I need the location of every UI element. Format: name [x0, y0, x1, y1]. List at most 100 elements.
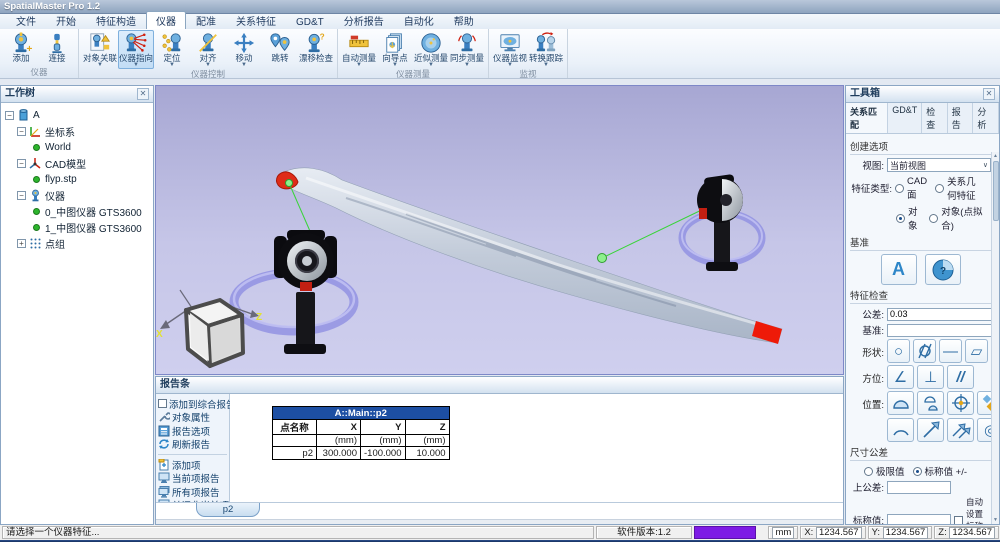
dropdown-arrow-icon[interactable]: ▼	[205, 63, 211, 68]
radio-icon[interactable]	[896, 214, 905, 223]
locate-button[interactable]: 定位 ▼	[154, 30, 190, 69]
runout-button[interactable]	[917, 418, 944, 442]
flatness-button[interactable]: ▱	[965, 339, 988, 363]
datum-target-button[interactable]: ?	[925, 254, 961, 285]
transform-track-button[interactable]: 转换跟踪 ▼	[528, 30, 564, 69]
expand-icon[interactable]: +	[17, 239, 26, 248]
menu-tab-home[interactable]: 开始	[46, 11, 86, 29]
radio-object-point-fit[interactable]: 对象(点拟合)	[929, 204, 983, 232]
menu-tab-registration[interactable]: 配准	[186, 11, 226, 29]
tree-node-point-group[interactable]: + 点组	[3, 235, 151, 251]
tree-node-instrument-1[interactable]: 1_中图仪器 GTS3600	[3, 219, 151, 235]
sync-measure-button[interactable]: 同步测量 ▼	[449, 30, 485, 69]
menu-tab-automation[interactable]: 自动化	[394, 11, 444, 29]
position-button[interactable]	[947, 391, 974, 415]
radio-icon[interactable]	[935, 184, 944, 193]
scroll-down-icon[interactable]: ▼	[992, 516, 999, 524]
tree-node-instrument-0[interactable]: 0_中图仪器 GTS3600	[3, 203, 151, 219]
radio-limit-values[interactable]: 极限值	[864, 464, 905, 478]
profile-line-button[interactable]	[917, 391, 944, 415]
radio-icon[interactable]	[864, 467, 873, 476]
tree-node-coordsys[interactable]: − 坐标系	[3, 123, 151, 139]
tab-relation-fit[interactable]: 关系匹配	[846, 103, 888, 133]
collapse-icon[interactable]: −	[17, 159, 26, 168]
instrument-pointing-button[interactable]: 仪器指向 ▼	[118, 30, 154, 69]
menu-tab-gdt[interactable]: GD&T	[286, 15, 334, 29]
radio-cad-face[interactable]: CAD面	[895, 176, 927, 201]
radio-object[interactable]: 对象	[896, 204, 921, 232]
radio-relation-geometry[interactable]: 关系几何特征	[935, 174, 983, 202]
total-runout-button[interactable]	[947, 418, 974, 442]
radio-icon[interactable]	[929, 214, 938, 223]
refresh-report-button[interactable]: 刷新报告	[158, 438, 227, 452]
report-options-button[interactable]: 报告选项	[158, 424, 227, 438]
report-table[interactable]: A::Main::p2 点名称 X Y Z (mm) (mm) (mm)	[272, 406, 450, 460]
dropdown-arrow-icon[interactable]: ▼	[241, 63, 247, 68]
tab-report[interactable]: 报告	[948, 103, 974, 133]
arc-button[interactable]	[887, 418, 914, 442]
viewport-3d[interactable]: Z X	[155, 85, 844, 375]
tab-inspect[interactable]: 检查	[922, 103, 948, 133]
drift-check-button[interactable]: ? 漂移检查	[298, 30, 334, 64]
datum-label-button[interactable]: A	[881, 254, 917, 285]
scrollbar-thumb[interactable]	[993, 161, 999, 221]
tree-node-flyp-stp[interactable]: flyp.stp	[3, 171, 151, 187]
tree-node-world[interactable]: World	[3, 139, 151, 155]
circularity-button[interactable]: ○	[887, 339, 910, 363]
report-tab-p2[interactable]: p2	[196, 503, 260, 517]
nominal-input[interactable]	[887, 514, 951, 525]
menu-tab-relation-feature[interactable]: 关系特征	[226, 11, 286, 29]
collapse-icon[interactable]: −	[17, 191, 26, 200]
current-item-report-button[interactable]: 当前项报告	[158, 472, 227, 486]
parallelism-button[interactable]: //	[947, 365, 974, 389]
radio-nominal-plusminus[interactable]: 标称值 +/-	[913, 464, 968, 478]
add-item-button[interactable]: 添加项	[158, 458, 227, 472]
datum-input[interactable]	[887, 324, 999, 337]
toolbox-scrollbar[interactable]: ▲ ▼	[991, 152, 999, 524]
cylindricity-button[interactable]	[913, 339, 936, 363]
auto-measure-button[interactable]: 自动测量 ▼	[341, 30, 377, 69]
collapse-icon[interactable]: −	[5, 111, 14, 120]
close-icon[interactable]: ✕	[983, 88, 995, 100]
profile-surface-button[interactable]	[887, 391, 914, 415]
radio-icon[interactable]	[913, 467, 922, 476]
perpendicularity-button[interactable]: ⊥	[917, 365, 944, 389]
dropdown-arrow-icon[interactable]: ▼	[169, 63, 175, 68]
view-select[interactable]: 当前视图	[887, 158, 991, 172]
checkbox-icon[interactable]	[158, 399, 167, 408]
menu-tab-feature-construct[interactable]: 特征构造	[86, 11, 146, 29]
dropdown-arrow-icon[interactable]: ▼	[392, 63, 398, 68]
dropdown-arrow-icon[interactable]: ▼	[428, 63, 434, 68]
measure-point-root[interactable]	[286, 180, 293, 187]
menu-tab-file[interactable]: 文件	[6, 11, 46, 29]
instrument-monitor-button[interactable]: 仪器监视 ▼	[492, 30, 528, 69]
object-properties-button[interactable]: 对象属性	[158, 411, 227, 425]
measure-point-mid[interactable]	[598, 254, 607, 263]
dropdown-arrow-icon[interactable]: ▼	[543, 63, 549, 68]
add-to-composite-report-option[interactable]: 添加到综合报告	[158, 397, 227, 411]
straightness-button[interactable]: —	[939, 339, 962, 363]
dropdown-arrow-icon[interactable]: ▼	[464, 63, 470, 68]
guide-point-button[interactable]: 向导点 ▼	[377, 30, 413, 69]
align-button[interactable]: 对齐 ▼	[190, 30, 226, 69]
connect-instrument-button[interactable]: 连接	[39, 30, 75, 64]
dropdown-arrow-icon[interactable]: ▼	[356, 63, 362, 68]
collapse-icon[interactable]: −	[17, 127, 26, 136]
tree-node-a[interactable]: − A	[3, 107, 151, 123]
move-button[interactable]: 移动 ▼	[226, 30, 262, 69]
scroll-up-icon[interactable]: ▲	[992, 152, 999, 160]
dropdown-arrow-icon[interactable]: ▼	[133, 63, 139, 68]
menu-tab-instrument[interactable]: 仪器	[146, 11, 186, 29]
approx-measure-button[interactable]: 近似测量 ▼	[413, 30, 449, 69]
auto-set-nominal-checkbox[interactable]: 自动设置标称值	[954, 496, 983, 524]
upper-tolerance-input[interactable]	[887, 481, 951, 494]
jump-button[interactable]: 跳转	[262, 30, 298, 64]
menu-tab-analysis-report[interactable]: 分析报告	[334, 11, 394, 29]
add-instrument-button[interactable]: + 添加	[3, 30, 39, 64]
tree-node-cad-model[interactable]: − CAD模型	[3, 155, 151, 171]
radio-icon[interactable]	[895, 184, 904, 193]
menu-tab-help[interactable]: 帮助	[444, 11, 484, 29]
angularity-button[interactable]: ∠	[887, 365, 914, 389]
tolerance-input[interactable]	[887, 308, 999, 321]
checkbox-icon[interactable]	[954, 516, 963, 525]
